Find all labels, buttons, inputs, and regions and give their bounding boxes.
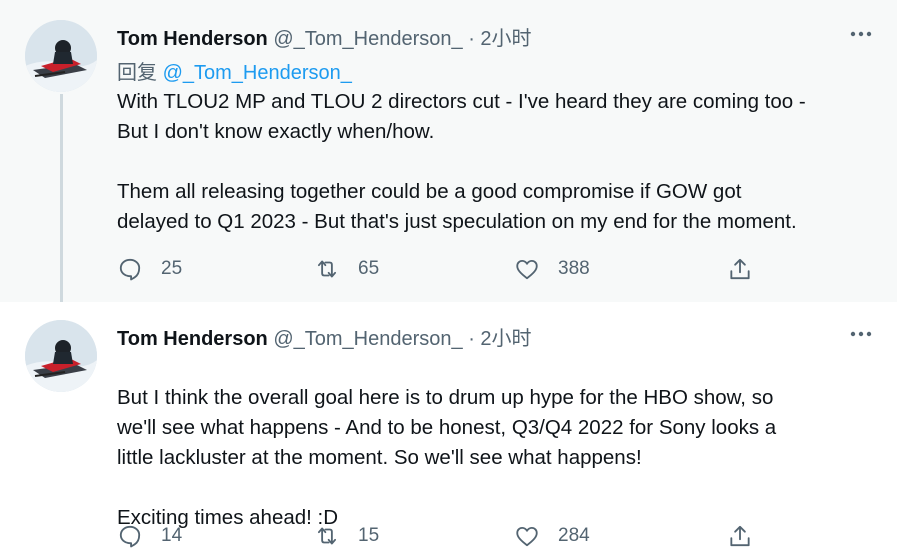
reply-button[interactable]: 25 — [117, 254, 182, 284]
separator-dot: · — [468, 28, 475, 50]
tweet-text-line: But I don't know exactly when/how. — [117, 120, 435, 143]
tweet-text: With TLOU2 MP and TLOU 2 directors cut -… — [117, 87, 806, 237]
tweet-text-line: Them all releasing together could be a g… — [117, 180, 742, 203]
retweet-button[interactable]: 15 — [314, 521, 379, 551]
retweet-button[interactable]: 65 — [314, 254, 379, 284]
share-button[interactable] — [727, 521, 753, 551]
mention-link[interactable]: @_Tom_Henderson_ — [163, 62, 352, 84]
author-handle[interactable]: @_Tom_Henderson_ — [273, 28, 462, 50]
avatar-image — [25, 20, 97, 92]
reply-button[interactable]: 14 — [117, 521, 182, 551]
reply-count: 25 — [161, 258, 183, 279]
like-button[interactable]: 388 — [514, 254, 590, 284]
more-horizontal-icon[interactable] — [850, 29, 872, 39]
speech-bubble-icon — [119, 258, 141, 281]
retweet-arrows-icon — [317, 260, 337, 278]
speech-bubble-icon — [119, 525, 141, 548]
separator-dot: · — [468, 328, 475, 350]
more-horizontal-icon[interactable] — [850, 329, 872, 339]
tweet-text-line — [117, 147, 806, 177]
tweet-text-line: little lackluster at the moment. So we'l… — [117, 446, 642, 469]
tweet-header: Tom Henderson @_Tom_Henderson_ · 2小时 — [117, 322, 532, 351]
tweet-header: Tom Henderson @_Tom_Henderson_ · 2小时 — [117, 22, 532, 51]
tweet-text-line: But I think the overall goal here is to … — [117, 386, 774, 409]
timestamp[interactable]: 2小时 — [480, 28, 531, 50]
tweet-text-line: With TLOU2 MP and TLOU 2 directors cut -… — [117, 90, 806, 113]
like-button[interactable]: 284 — [514, 521, 590, 551]
action-bar: 25 65 388 — [0, 254, 897, 284]
tweet[interactable]: Tom Henderson @_Tom_Henderson_ · 2小时 回复 … — [0, 0, 897, 312]
author-handle[interactable]: @_Tom_Henderson_ — [273, 328, 462, 350]
reply-prefix: 回复 — [117, 62, 157, 84]
heart-icon — [516, 526, 538, 547]
like-count: 284 — [558, 525, 590, 546]
share-button[interactable] — [727, 254, 753, 284]
share-upload-icon — [730, 525, 750, 547]
retweet-count: 15 — [358, 525, 380, 546]
avatar-image — [25, 320, 97, 392]
heart-icon — [516, 259, 538, 280]
tweet-text-line — [117, 473, 776, 503]
action-bar: 14 15 284 — [0, 521, 897, 551]
retweet-count: 65 — [358, 258, 380, 279]
replying-to: 回复 @_Tom_Henderson_ — [117, 56, 352, 85]
avatar[interactable] — [25, 20, 97, 92]
tweet-text-line: delayed to Q1 2023 - But that's just spe… — [117, 210, 797, 233]
tweet-text-line: we'll see what happens - And to be hones… — [117, 416, 777, 439]
like-count: 388 — [558, 258, 590, 279]
tweet-text: But I think the overall goal here is to … — [117, 383, 776, 533]
timestamp[interactable]: 2小时 — [480, 328, 531, 350]
retweet-arrows-icon — [317, 527, 337, 545]
author-name[interactable]: Tom Henderson — [117, 28, 268, 50]
reply-count: 14 — [161, 525, 183, 546]
tweet[interactable]: Tom Henderson @_Tom_Henderson_ · 2小时 But… — [0, 302, 897, 553]
share-upload-icon — [730, 258, 750, 280]
author-name[interactable]: Tom Henderson — [117, 328, 268, 350]
avatar[interactable] — [25, 320, 97, 392]
